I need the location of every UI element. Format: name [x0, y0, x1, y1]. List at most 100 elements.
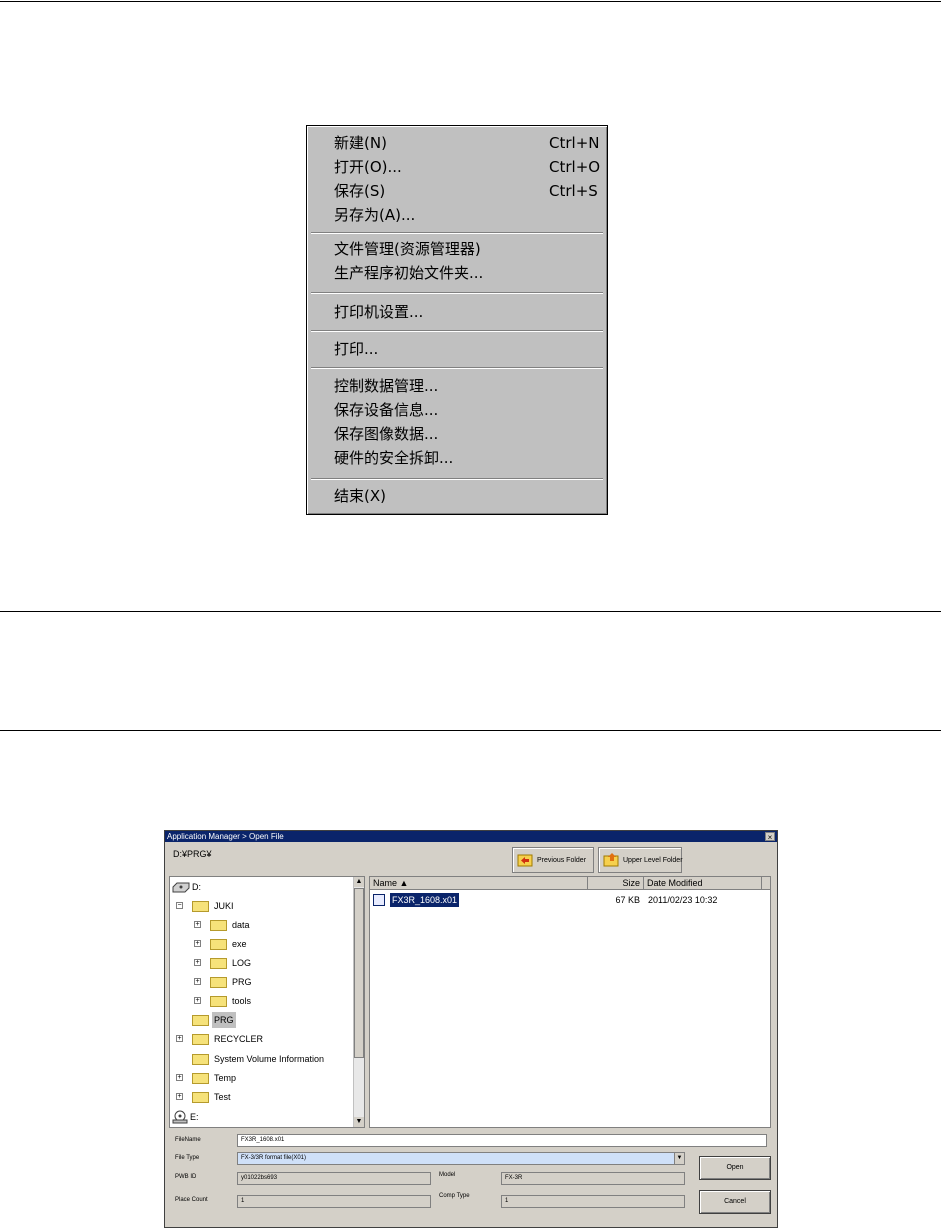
tree-label: data	[232, 920, 250, 930]
file-menu: 新建(N) Ctrl+N 打开(O)... Ctrl+O 保存(S) Ctrl+…	[306, 125, 608, 515]
file-date: 2011/02/23 10:32	[648, 895, 718, 905]
file-row[interactable]: FX3R_1608.x01 67 KB 2011/02/23 10:32	[370, 893, 768, 907]
model-label: Model	[439, 1172, 456, 1178]
filetype-label: File Type	[175, 1155, 200, 1161]
menu-item-open[interactable]: 打开(O)... Ctrl+O	[334, 155, 600, 179]
open-button[interactable]: Open	[699, 1156, 771, 1180]
column-header-date[interactable]: Date Modified	[644, 877, 762, 890]
tree-label: Temp	[214, 1073, 237, 1083]
folder-icon	[210, 958, 227, 969]
file-list[interactable]: Name ▲ Size Date Modified FX3R_1608.x01 …	[369, 876, 771, 1128]
comp-type-label: Comp Type	[439, 1193, 470, 1199]
menu-item-save[interactable]: 保存(S) Ctrl+S	[334, 179, 598, 203]
scroll-down-icon[interactable]: ▼	[354, 1117, 364, 1127]
open-file-dialog: Application Manager > Open File × D:¥PRG…	[164, 830, 778, 1228]
menu-item-new[interactable]: 新建(N) Ctrl+N	[334, 131, 599, 155]
filename-label: FileName	[175, 1137, 201, 1143]
pwb-id-field: y01022bs693	[237, 1172, 431, 1185]
menu-item-program-folder[interactable]: 生产程序初始文件夹...	[334, 261, 594, 285]
menu-item-file-management[interactable]: 文件管理(资源管理器)	[334, 237, 594, 261]
menu-item-label: 打印...	[334, 340, 379, 358]
dialog-title-bar[interactable]: Application Manager > Open File ×	[165, 831, 777, 842]
upper-level-folder-button[interactable]: Upper Level Folder	[598, 847, 683, 873]
expand-icon[interactable]: +	[176, 1093, 183, 1100]
menu-item-exit[interactable]: 结束(X)	[334, 484, 594, 508]
filename-input[interactable]: FX3R_1608.x01	[237, 1134, 767, 1147]
close-button[interactable]: ×	[765, 832, 775, 842]
menu-item-label: 新建(N)	[334, 134, 387, 152]
column-header-name[interactable]: Name ▲	[370, 877, 588, 890]
menu-item-label: 文件管理(资源管理器)	[334, 240, 481, 258]
menu-item-label: 结束(X)	[334, 487, 386, 505]
menu-item-label: 打开(O)...	[334, 158, 402, 176]
menu-item-shortcut: Ctrl+S	[549, 182, 598, 200]
menu-item-print[interactable]: 打印...	[334, 337, 594, 361]
tree-label: JUKI	[214, 901, 234, 911]
filetype-select[interactable]: FX-3/3R format file(X01) ▼	[237, 1152, 685, 1165]
place-count-label: Place Count	[175, 1197, 208, 1203]
top-rule	[0, 1, 941, 2]
menu-item-label: 保存(S)	[334, 182, 386, 200]
open-folder-icon	[192, 1015, 209, 1026]
folder-icon	[192, 1054, 209, 1065]
menu-item-save-as[interactable]: 另存为(A)...	[334, 203, 594, 227]
expand-icon[interactable]: +	[194, 959, 201, 966]
menu-item-label: 保存设备信息...	[334, 401, 439, 419]
folder-tree[interactable]: D: − JUKI + data + exe + LOG + PRG + too…	[169, 876, 365, 1128]
menu-item-label: 生产程序初始文件夹...	[334, 264, 484, 282]
model-field: FX-3R	[501, 1172, 685, 1185]
cd-drive-icon	[172, 1110, 188, 1124]
menu-item-save-image-data[interactable]: 保存图像数据...	[334, 422, 594, 446]
scroll-up-icon[interactable]: ▲	[354, 877, 364, 887]
menu-separator	[311, 292, 603, 294]
menu-item-printer-settings[interactable]: 打印机设置...	[334, 300, 594, 324]
folder-icon	[192, 1092, 209, 1103]
folder-icon	[210, 939, 227, 950]
column-header-size[interactable]: Size	[588, 877, 644, 890]
tree-label: exe	[232, 939, 247, 949]
expand-icon[interactable]: +	[176, 1035, 183, 1042]
menu-item-label: 打印机设置...	[334, 303, 424, 321]
scroll-thumb[interactable]	[354, 888, 364, 1058]
tree-label: RECYCLER	[214, 1034, 264, 1044]
lower-rule	[0, 730, 941, 731]
expand-icon[interactable]: +	[194, 940, 201, 947]
upper-level-folder-label: Upper Level Folder	[623, 857, 683, 864]
place-count-field: 1	[237, 1195, 431, 1208]
folder-icon	[210, 996, 227, 1007]
tree-label: LOG	[232, 958, 252, 968]
collapse-icon[interactable]: −	[176, 902, 183, 909]
previous-folder-button[interactable]: Previous Folder	[512, 847, 594, 873]
tree-label: E:	[190, 1112, 199, 1122]
file-name: FX3R_1608.x01	[390, 893, 460, 907]
file-size: 67 KB	[615, 895, 640, 905]
expand-icon[interactable]: +	[194, 978, 201, 985]
column-header-filler	[762, 877, 770, 890]
folder-icon	[192, 1034, 209, 1045]
tree-label: System Volume Information	[214, 1054, 325, 1064]
back-arrow-folder-icon	[517, 854, 533, 867]
tree-scrollbar[interactable]: ▲ ▼	[353, 877, 364, 1127]
menu-item-shortcut: Ctrl+N	[549, 134, 600, 152]
dropdown-arrow-icon[interactable]: ▼	[674, 1153, 684, 1164]
tree-label: D:	[192, 882, 201, 892]
menu-item-save-device-info[interactable]: 保存设备信息...	[334, 398, 594, 422]
menu-separator	[311, 232, 603, 234]
expand-icon[interactable]: +	[194, 997, 201, 1004]
tree-label: Test	[214, 1092, 231, 1102]
menu-separator	[311, 367, 603, 369]
expand-icon[interactable]: +	[176, 1074, 183, 1081]
comp-type-field: 1	[501, 1195, 685, 1208]
menu-item-label: 硬件的安全拆卸...	[334, 449, 454, 467]
menu-item-safe-remove[interactable]: 硬件的安全拆卸...	[334, 446, 594, 470]
menu-item-shortcut: Ctrl+O	[549, 158, 601, 176]
tree-label: tools	[232, 996, 252, 1006]
menu-item-control-data[interactable]: 控制数据管理...	[334, 374, 594, 398]
cancel-button[interactable]: Cancel	[699, 1190, 771, 1214]
menu-item-label: 另存为(A)...	[334, 206, 416, 224]
expand-icon[interactable]: +	[194, 921, 201, 928]
current-path: D:¥PRG¥	[173, 849, 212, 859]
folder-icon	[210, 977, 227, 988]
middle-rule	[0, 611, 941, 612]
program-file-icon	[373, 894, 385, 906]
